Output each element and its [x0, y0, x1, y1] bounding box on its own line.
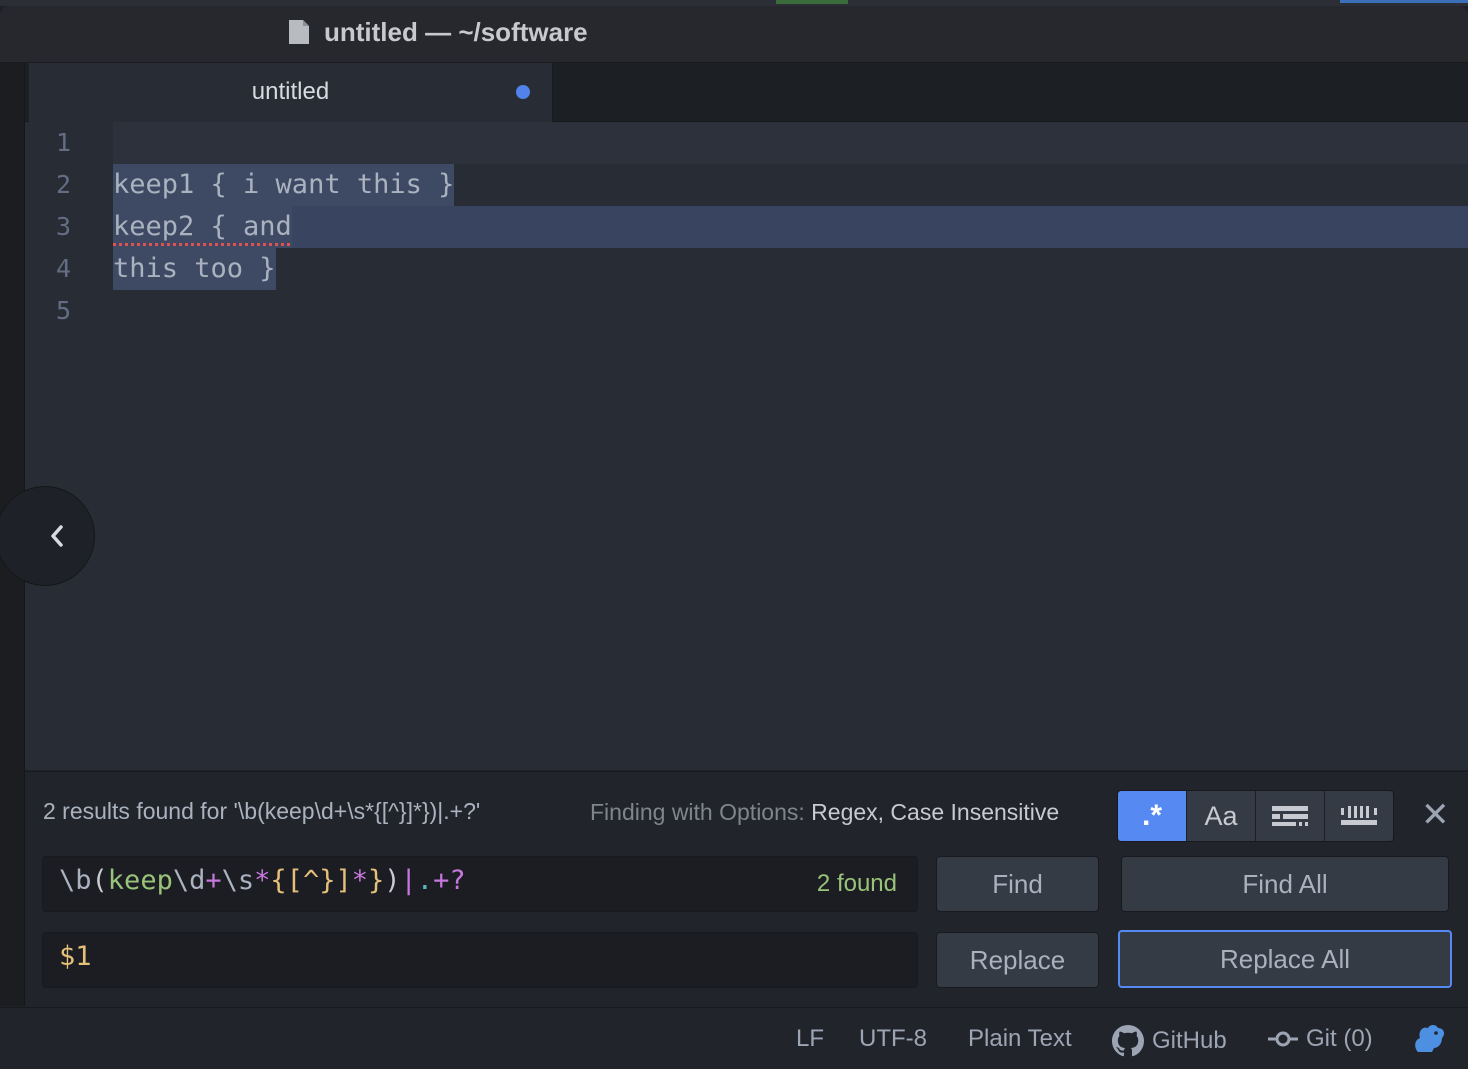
replace-input[interactable]: $1: [42, 932, 918, 988]
selected-text: keep2 { and: [113, 206, 292, 248]
line-number: 2: [55, 170, 71, 199]
find-button[interactable]: Find: [936, 856, 1099, 912]
window-title: untitled — ~/software: [288, 17, 588, 47]
github-button[interactable]: GitHub: [1112, 1025, 1227, 1057]
replace-value: $1: [59, 941, 92, 972]
regex-icon: .*: [1141, 799, 1162, 832]
line-number: 4: [55, 254, 71, 283]
find-and-replace-panel: 2 results found for '\b(keep\d+\s*{[^}]*…: [25, 771, 1468, 1007]
replace-all-button[interactable]: Replace All: [1118, 930, 1452, 988]
editor-line[interactable]: this too }: [113, 248, 1468, 290]
in-selection-icon: [1272, 806, 1308, 826]
status-bar: LF UTF-8 Plain Text GitHub Git (0): [0, 1007, 1468, 1069]
regex-toggle-button[interactable]: .*: [1118, 791, 1187, 841]
line-ending-selector[interactable]: LF: [796, 1025, 824, 1053]
case-sensitive-icon: Aa: [1204, 800, 1238, 831]
git-label: Git (0): [1306, 1025, 1373, 1052]
title-bar: untitled — ~/software: [0, 6, 1468, 63]
git-commit-icon: [1268, 1031, 1298, 1047]
options-label: Finding with Options:: [590, 799, 805, 825]
grammar-selector[interactable]: Plain Text: [968, 1025, 1072, 1053]
selected-text: keep1 { i want this }: [113, 164, 455, 206]
options-value: Regex, Case Insensitive: [811, 799, 1060, 825]
desktop-strip-blue: [1340, 0, 1468, 3]
github-icon: [1112, 1025, 1144, 1057]
tab-untitled[interactable]: untitled: [29, 63, 553, 122]
whole-word-icon: [1341, 806, 1377, 825]
close-find-panel-button[interactable]: ✕: [1421, 798, 1450, 832]
chevron-left-icon: [49, 523, 65, 556]
find-option-buttons: .* Aa: [1117, 790, 1394, 842]
line-number: 5: [55, 296, 71, 325]
editor-line[interactable]: [113, 290, 1468, 332]
git-button[interactable]: Git (0): [1268, 1025, 1373, 1053]
close-icon: ✕: [1421, 796, 1450, 834]
editor-line[interactable]: [113, 122, 1468, 164]
replace-button[interactable]: Replace: [936, 932, 1099, 988]
find-input[interactable]: \b(keep\d+\s*{[^}]*})|.+? 2 found: [42, 856, 918, 912]
find-all-button[interactable]: Find All: [1121, 856, 1449, 912]
tab-bar: untitled: [25, 63, 1468, 122]
window-title-text: untitled — ~/software: [324, 16, 588, 47]
encoding-selector[interactable]: UTF-8: [859, 1025, 927, 1053]
in-selection-toggle-button[interactable]: [1256, 791, 1325, 841]
line-number-gutter: 1 2 3 4 5: [25, 122, 113, 770]
squirrel-update-icon[interactable]: [1412, 1022, 1454, 1054]
case-sensitive-toggle-button[interactable]: Aa: [1187, 791, 1256, 841]
document-icon: [288, 19, 310, 45]
desktop-strip-green: [776, 0, 848, 4]
editor-line[interactable]: keep1 { i want this }: [113, 164, 1468, 206]
tab-label: untitled: [251, 78, 330, 105]
github-label: GitHub: [1152, 1027, 1227, 1054]
modified-indicator-icon[interactable]: [516, 85, 530, 99]
find-count: 2 found: [816, 870, 897, 897]
options-summary: Finding with Options: Regex, Case Insens…: [590, 799, 1059, 826]
selected-text: this too }: [113, 248, 276, 290]
line-number: 3: [55, 212, 71, 241]
find-query: \b(keep\d+\s*{[^}]*})|.+?: [59, 865, 466, 896]
line-number: 1: [55, 128, 71, 157]
editor-line[interactable]: keep2 { and: [113, 206, 1468, 248]
text-editor[interactable]: 1 2 3 4 5 keep1 { i want this } keep2 { …: [0, 122, 1468, 770]
whole-word-toggle-button[interactable]: [1325, 791, 1393, 841]
results-summary: 2 results found for '\b(keep\d+\s*{[^}]*…: [43, 798, 481, 824]
